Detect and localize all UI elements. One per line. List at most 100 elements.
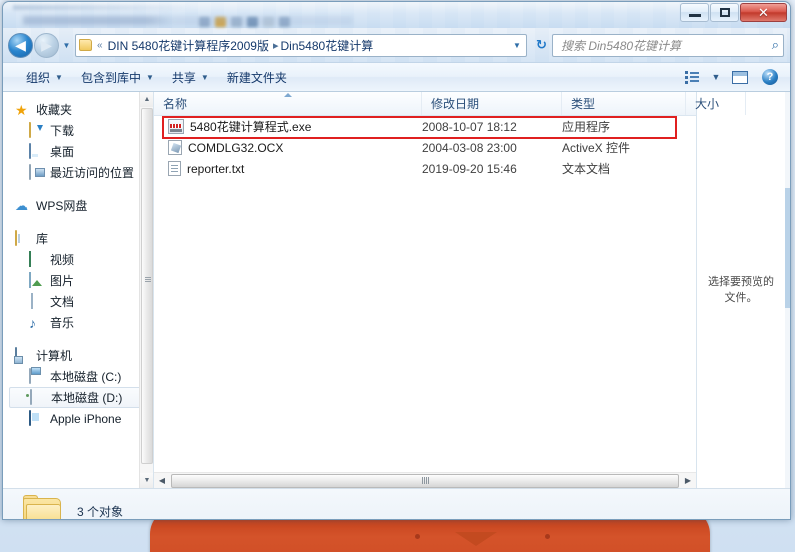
window-edge-scrollbar-thumb[interactable] bbox=[785, 188, 790, 308]
sidebar-item-wps-cloud[interactable]: ☁ WPS网盘 bbox=[3, 195, 153, 216]
computer-icon bbox=[15, 346, 31, 364]
sort-ascending-icon bbox=[283, 93, 292, 97]
glass-blob bbox=[231, 17, 242, 27]
horizontal-scrollbar-track[interactable] bbox=[170, 473, 680, 488]
sidebar-item-music[interactable]: ♪ 音乐 bbox=[3, 312, 153, 333]
show-preview-pane-button[interactable] bbox=[725, 66, 755, 88]
pictures-icon bbox=[29, 271, 45, 289]
minimize-button[interactable] bbox=[680, 3, 709, 22]
column-header-type[interactable]: 类型 bbox=[562, 92, 686, 115]
sidebar-item-local-disk-d[interactable]: 本地磁盘 (D:) bbox=[9, 387, 149, 408]
sidebar-item-libraries[interactable]: 库 bbox=[3, 228, 153, 249]
minimize-icon bbox=[688, 14, 701, 17]
column-header-date-modified[interactable]: 修改日期 bbox=[422, 92, 562, 115]
column-header-filler bbox=[746, 92, 755, 115]
sidebar-item-label: WPS网盘 bbox=[36, 199, 88, 213]
sidebar-scrollbar-thumb[interactable] bbox=[141, 108, 153, 464]
sidebar-item-local-disk-c[interactable]: 本地磁盘 (C:) bbox=[3, 366, 153, 387]
sidebar-item-apple-iphone[interactable]: Apple iPhone bbox=[3, 408, 153, 429]
sidebar-item-downloads[interactable]: 下载 bbox=[3, 120, 153, 141]
change-view-button[interactable] bbox=[677, 66, 707, 88]
window-edge-scrollbar[interactable] bbox=[785, 92, 790, 488]
local-disk-d-icon bbox=[30, 388, 46, 406]
file-name-cell[interactable]: 5480花键计算程式.exe bbox=[154, 118, 422, 135]
navigation-pane: ★ 收藏夹 下载 桌面 最近访问的位置 ☁ WPS网盘 库 视频 图片 文档 ♪… bbox=[3, 92, 153, 488]
sidebar-item-label: 库 bbox=[36, 232, 49, 246]
file-name-label: reporter.txt bbox=[187, 161, 245, 176]
share-button[interactable]: 共享 ▼ bbox=[163, 65, 218, 90]
glass-blob bbox=[247, 17, 258, 27]
star-icon: ★ bbox=[15, 101, 28, 118]
search-icon: ⌕ bbox=[771, 37, 779, 52]
sidebar-scrollbar[interactable]: ▲ ▼ bbox=[139, 92, 153, 488]
file-name-cell[interactable]: COMDLG32.OCX bbox=[154, 140, 422, 155]
horizontal-scrollbar[interactable]: ◀ ▶ bbox=[154, 472, 696, 488]
scrollbar-grip-icon bbox=[421, 477, 429, 484]
table-row[interactable]: 5480花键计算程式.exe 2008-10-07 18:12 应用程序 3 bbox=[154, 116, 696, 137]
organize-label: 组织 bbox=[26, 70, 51, 85]
txt-file-icon bbox=[168, 161, 181, 176]
forward-button[interactable]: ▶ bbox=[34, 32, 59, 58]
sidebar-item-computer[interactable]: 计算机 bbox=[3, 345, 153, 366]
horizontal-scrollbar-thumb[interactable] bbox=[171, 473, 679, 488]
scroll-right-arrow-icon[interactable]: ▶ bbox=[680, 473, 696, 488]
help-button[interactable]: ? bbox=[755, 66, 785, 88]
desktop-wallpaper-triangle bbox=[455, 532, 497, 546]
refresh-button[interactable]: ↻ bbox=[530, 34, 552, 57]
sidebar-item-label: 计算机 bbox=[36, 349, 73, 363]
breadcrumb-item-parent[interactable]: DIN 5480花键计算程序2009版 bbox=[108, 37, 269, 54]
scroll-left-arrow-icon[interactable]: ◀ bbox=[154, 473, 170, 488]
restore-button[interactable] bbox=[710, 3, 739, 22]
include-in-library-label: 包含到库中 bbox=[80, 70, 141, 85]
desktop-wallpaper-stud bbox=[545, 534, 550, 539]
address-dropdown-button[interactable]: ▼ bbox=[508, 41, 526, 50]
scroll-up-arrow-icon[interactable]: ▲ bbox=[140, 92, 153, 107]
video-icon bbox=[29, 250, 45, 268]
sidebar-item-favorites[interactable]: ★ 收藏夹 bbox=[3, 99, 153, 120]
folder-icon bbox=[23, 495, 63, 519]
breadcrumb-separator-icon[interactable]: ▸ bbox=[271, 39, 279, 52]
organize-button[interactable]: 组织 ▼ bbox=[17, 65, 72, 90]
command-bar: 组织 ▼ 包含到库中 ▼ 共享 ▼ 新建文件夹 ▼ ? bbox=[3, 62, 790, 92]
refresh-icon: ↻ bbox=[536, 37, 547, 52]
restore-icon bbox=[719, 8, 730, 17]
table-row[interactable]: COMDLG32.OCX 2004-03-08 23:00 ActiveX 控件… bbox=[154, 137, 696, 158]
file-date-cell: 2004-03-08 23:00 bbox=[422, 140, 517, 155]
scrollbar-grip-icon bbox=[145, 277, 151, 283]
new-folder-button[interactable]: 新建文件夹 bbox=[218, 65, 296, 90]
back-button[interactable]: ◀ bbox=[8, 32, 33, 58]
breadcrumb-overflow-icon[interactable]: « bbox=[94, 40, 106, 51]
sidebar-item-recent-places[interactable]: 最近访问的位置 bbox=[3, 162, 153, 183]
column-header-name[interactable]: 名称 bbox=[154, 92, 422, 115]
back-arrow-icon: ◀ bbox=[15, 37, 26, 53]
address-folder-icon-wrap bbox=[76, 39, 94, 51]
sidebar-item-videos[interactable]: 视频 bbox=[3, 249, 153, 270]
sidebar-item-documents[interactable]: 文档 bbox=[3, 291, 153, 312]
search-input[interactable]: 搜索 Din5480花键计算 bbox=[561, 37, 772, 54]
address-bar[interactable]: « DIN 5480花键计算程序2009版 ▸ Din5480花键计算 ▼ bbox=[75, 33, 527, 57]
sidebar-item-desktop[interactable]: 桌面 bbox=[3, 141, 153, 162]
column-header-size[interactable]: 大小 bbox=[686, 92, 746, 115]
cloud-icon: ☁ bbox=[15, 197, 28, 213]
file-name-cell[interactable]: reporter.txt bbox=[154, 161, 422, 176]
table-row[interactable]: reporter.txt 2019-09-20 15:46 文本文档 bbox=[154, 158, 696, 179]
close-button[interactable]: ✕ bbox=[740, 3, 787, 22]
sidebar-item-label: 视频 bbox=[50, 253, 75, 267]
chevron-down-icon: ▼ bbox=[145, 72, 154, 82]
scroll-down-arrow-icon[interactable]: ▼ bbox=[140, 473, 153, 488]
title-bar[interactable]: ✕ bbox=[3, 2, 790, 28]
sidebar-item-label: 本地磁盘 (C:) bbox=[50, 370, 122, 384]
file-date-cell: 2008-10-07 18:12 bbox=[422, 119, 517, 134]
chevron-down-icon: ▼ bbox=[62, 40, 71, 50]
include-in-library-button[interactable]: 包含到库中 ▼ bbox=[72, 65, 163, 90]
music-icon: ♪ bbox=[29, 314, 36, 331]
close-icon: ✕ bbox=[758, 4, 769, 20]
column-header-label: 大小 bbox=[695, 97, 720, 111]
sidebar-item-pictures[interactable]: 图片 bbox=[3, 270, 153, 291]
search-box[interactable]: 搜索 Din5480花键计算 ⌕ bbox=[552, 33, 784, 57]
recent-pages-button[interactable]: ▼ bbox=[59, 41, 74, 50]
window-body: ★ 收藏夹 下载 桌面 最近访问的位置 ☁ WPS网盘 库 视频 图片 文档 ♪… bbox=[3, 92, 790, 488]
breadcrumb-item-current[interactable]: Din5480花键计算 bbox=[281, 37, 374, 54]
view-dropdown-button[interactable]: ▼ bbox=[707, 66, 725, 88]
